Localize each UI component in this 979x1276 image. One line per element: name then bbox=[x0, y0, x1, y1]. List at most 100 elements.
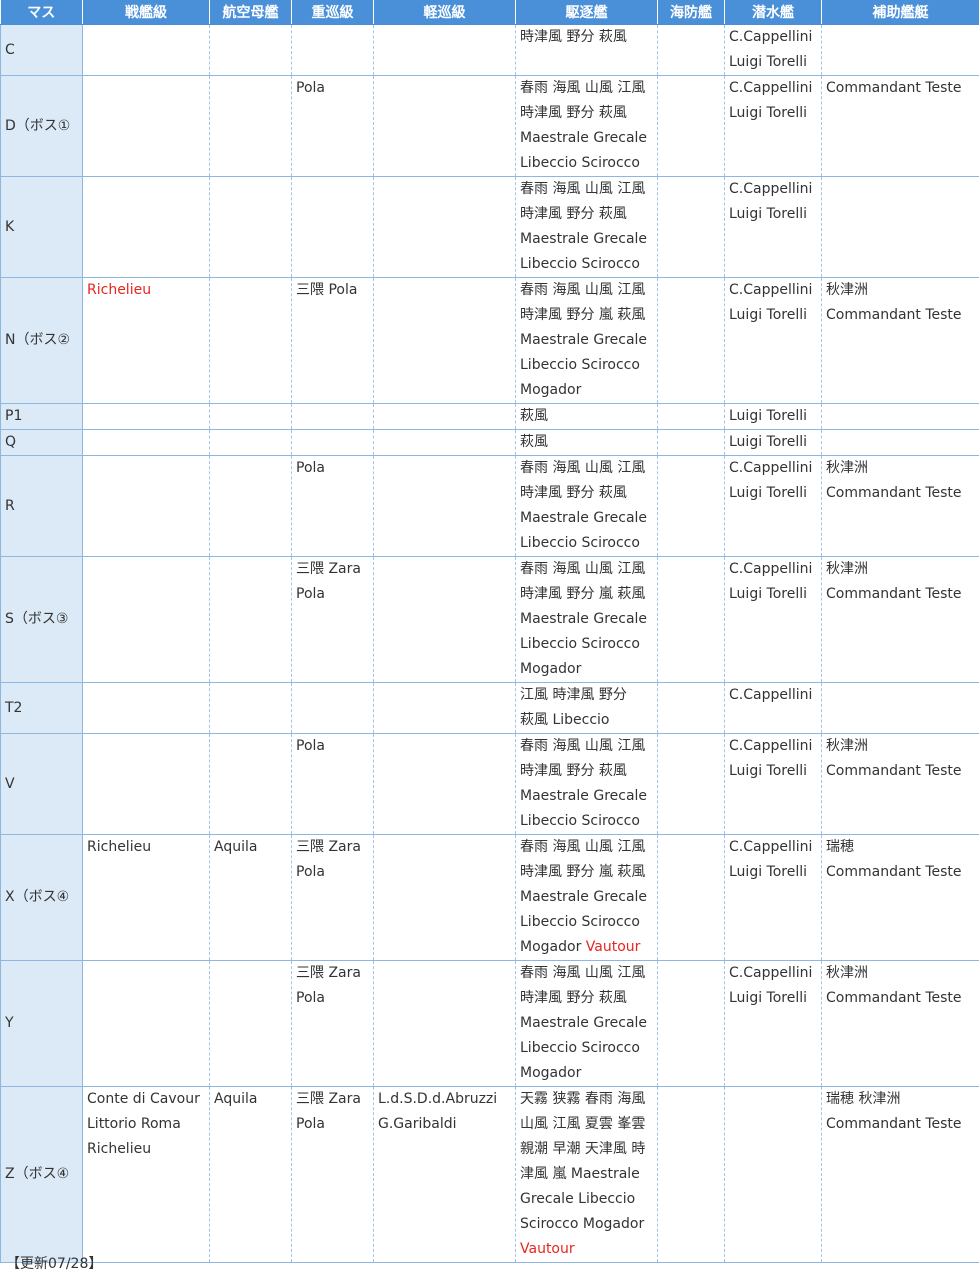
submarine-cell: C.Cappellini Luigi Torelli bbox=[724, 556, 822, 683]
ship-line: Libeccio Scirocco bbox=[520, 632, 655, 657]
auxiliary-cell bbox=[821, 176, 979, 278]
ship-name: Maestrale Grecale bbox=[520, 788, 648, 804]
light-cruiser-cell bbox=[373, 733, 516, 835]
light-cruiser-cell bbox=[373, 834, 516, 961]
ship-line: 三隈 Zara bbox=[296, 835, 371, 860]
ship-line: Luigi Torelli bbox=[729, 430, 819, 455]
ship-line: Luigi Torelli bbox=[729, 759, 819, 784]
escort-cell bbox=[657, 834, 725, 961]
table-row: V Pola 春雨 海風 山風 江風 時津風 野分 萩風 Maestrale Greca… bbox=[0, 733, 979, 835]
destroyer-cell: 春雨 海風 山風 江風 時津風 野分 萩風 Maestrale Grecale Lib… bbox=[515, 455, 658, 557]
heavy-cruiser-cell bbox=[291, 24, 374, 76]
ship-line: Mogador bbox=[520, 1061, 655, 1086]
ship-name: Luigi Torelli bbox=[729, 434, 808, 450]
light-cruiser-cell bbox=[373, 556, 516, 683]
heavy-cruiser-cell: 三隈 Pola bbox=[291, 277, 374, 404]
ship-name: C.Cappellini bbox=[729, 29, 813, 45]
ship-name: Commandant Teste bbox=[826, 307, 962, 323]
carrier-cell bbox=[209, 556, 292, 683]
ship-name: 春雨 海風 山風 江風 bbox=[520, 181, 646, 197]
header-carrier: 航空母艦 bbox=[209, 0, 292, 25]
ship-name: Commandant Teste bbox=[826, 80, 962, 96]
ship-line: Commandant Teste bbox=[826, 76, 977, 101]
submarine-cell: C.Cappellini bbox=[724, 682, 822, 734]
ship-line: Commandant Teste bbox=[826, 759, 977, 784]
ship-name: 三隈 Zara bbox=[296, 965, 361, 981]
ship-line: Aquila bbox=[214, 1087, 289, 1112]
ship-name: Luigi Torelli bbox=[729, 54, 808, 70]
ship-name: Conte di Cavour bbox=[87, 1091, 200, 1107]
ship-line: C.Cappellini bbox=[729, 734, 819, 759]
ship-line: 三隈 Zara bbox=[296, 1087, 371, 1112]
ship-name: Commandant Teste bbox=[826, 586, 962, 602]
ship-line: Pola bbox=[296, 860, 371, 885]
ship-name: Maestrale Grecale bbox=[520, 231, 648, 247]
update-note: 【更新07/28】 bbox=[6, 1256, 103, 1272]
ship-line: 時津風 野分 嵐 萩風 bbox=[520, 303, 655, 328]
table-row: Y 三隈 Zara Pola 春雨 海風 山風 江風時津風 野分 萩風 Maestral… bbox=[0, 960, 979, 1087]
table-row: R Pola 春雨 海風 山風 江風 時津風 野分 萩風 Maestrale Greca… bbox=[0, 455, 979, 557]
ship-line: Maestrale Grecale bbox=[520, 1011, 655, 1036]
heavy-cruiser-cell: 三隈 Zara Pola bbox=[291, 1086, 374, 1263]
carrier-cell bbox=[209, 429, 292, 456]
ship-line: 春雨 海風 山風 江風 bbox=[520, 961, 655, 986]
ship-name: 春雨 海風 山風 江風 bbox=[520, 80, 646, 96]
ship-line: C.Cappellini bbox=[729, 557, 819, 582]
ship-name: 時津風 野分 嵐 萩風 bbox=[520, 307, 646, 323]
ship-line: Luigi Torelli bbox=[729, 986, 819, 1011]
ship-name: 萩風 bbox=[520, 408, 548, 424]
ship-line: 天霧 狭霧 春雨 海風 bbox=[520, 1087, 655, 1112]
ship-line: Libeccio Scirocco bbox=[520, 531, 655, 556]
submarine-cell: C.Cappellini Luigi Torelli bbox=[724, 733, 822, 835]
auxiliary-cell: 瑞穂 秋津洲 Commandant Teste bbox=[821, 1086, 979, 1263]
escort-cell bbox=[657, 960, 725, 1087]
submarine-cell: C.Cappellini Luigi Torelli bbox=[724, 75, 822, 177]
ship-line: 時津風 野分 萩風 bbox=[520, 101, 655, 126]
escort-cell bbox=[657, 403, 725, 430]
ship-name: Pola bbox=[296, 990, 325, 1006]
ship-drop-table: マス 戦艦級 航空母艦 重巡級 軽巡級 駆逐艦 海防艦 潜水艦 補助艦艇 C 時津… bbox=[0, 0, 979, 1263]
escort-cell bbox=[657, 277, 725, 404]
ship-line: 三隈 Zara bbox=[296, 961, 371, 986]
ship-name: Mogador bbox=[520, 1065, 582, 1081]
node-cell: V bbox=[0, 733, 83, 835]
ship-name: Luigi Torelli bbox=[729, 408, 808, 424]
ship-name: 秋津洲 bbox=[826, 282, 868, 298]
ship-name: Mogador bbox=[520, 939, 586, 955]
heavy-cruiser-cell: 三隈 Zara Pola bbox=[291, 834, 374, 961]
ship-line: 春雨 海風 山風 江風 bbox=[520, 835, 655, 860]
destroyer-cell: 春雨 海風 山風 江風 時津風 野分 嵐 萩風 Maestrale Grecale L… bbox=[515, 834, 658, 961]
light-cruiser-cell bbox=[373, 176, 516, 278]
ship-line: Maestrale Grecale bbox=[520, 784, 655, 809]
carrier-cell bbox=[209, 733, 292, 835]
ship-line: Vautour bbox=[520, 1237, 655, 1262]
ship-line: Libeccio Scirocco bbox=[520, 809, 655, 834]
ship-line: 津風 嵐 Maestrale bbox=[520, 1162, 655, 1187]
ship-name: Pola bbox=[296, 586, 325, 602]
ship-line: Mogador Vautour bbox=[520, 935, 655, 960]
ship-line: Luigi Torelli bbox=[729, 481, 819, 506]
rare-ship-name: Vautour bbox=[585, 939, 641, 955]
ship-line: Libeccio Scirocco bbox=[520, 353, 655, 378]
ship-line: 萩風 Libeccio bbox=[520, 708, 655, 733]
carrier-cell bbox=[209, 960, 292, 1087]
ship-name: 春雨 海風 山風 江風 bbox=[520, 561, 646, 577]
table-row: K 春雨 海風 山風 江風 時津風 野分 萩風 Maestrale Grecale Li… bbox=[0, 176, 979, 278]
ship-line: 三隈 Zara bbox=[296, 557, 371, 582]
submarine-cell: C.Cappellini Luigi Torelli bbox=[724, 834, 822, 961]
ship-name: 時津風 野分 萩風 bbox=[520, 990, 627, 1006]
ship-name: 瑞穂 bbox=[826, 839, 854, 855]
heavy-cruiser-cell: Pola bbox=[291, 733, 374, 835]
submarine-cell: C.Cappellini Luigi Torelli bbox=[724, 960, 822, 1087]
node-cell: Y bbox=[0, 960, 83, 1087]
ship-name: Mogador bbox=[520, 382, 582, 398]
node-cell: K bbox=[0, 176, 83, 278]
auxiliary-cell: 秋津洲 Commandant Teste bbox=[821, 277, 979, 404]
auxiliary-cell bbox=[821, 24, 979, 76]
ship-line: Maestrale Grecale bbox=[520, 328, 655, 353]
ship-name: Libeccio Scirocco bbox=[520, 256, 640, 272]
ship-name: 春雨 海風 山風 江風 bbox=[520, 839, 646, 855]
battleship-cell bbox=[82, 429, 210, 456]
battleship-cell: Richelieu bbox=[82, 277, 210, 404]
ship-line: Richelieu bbox=[87, 835, 207, 860]
